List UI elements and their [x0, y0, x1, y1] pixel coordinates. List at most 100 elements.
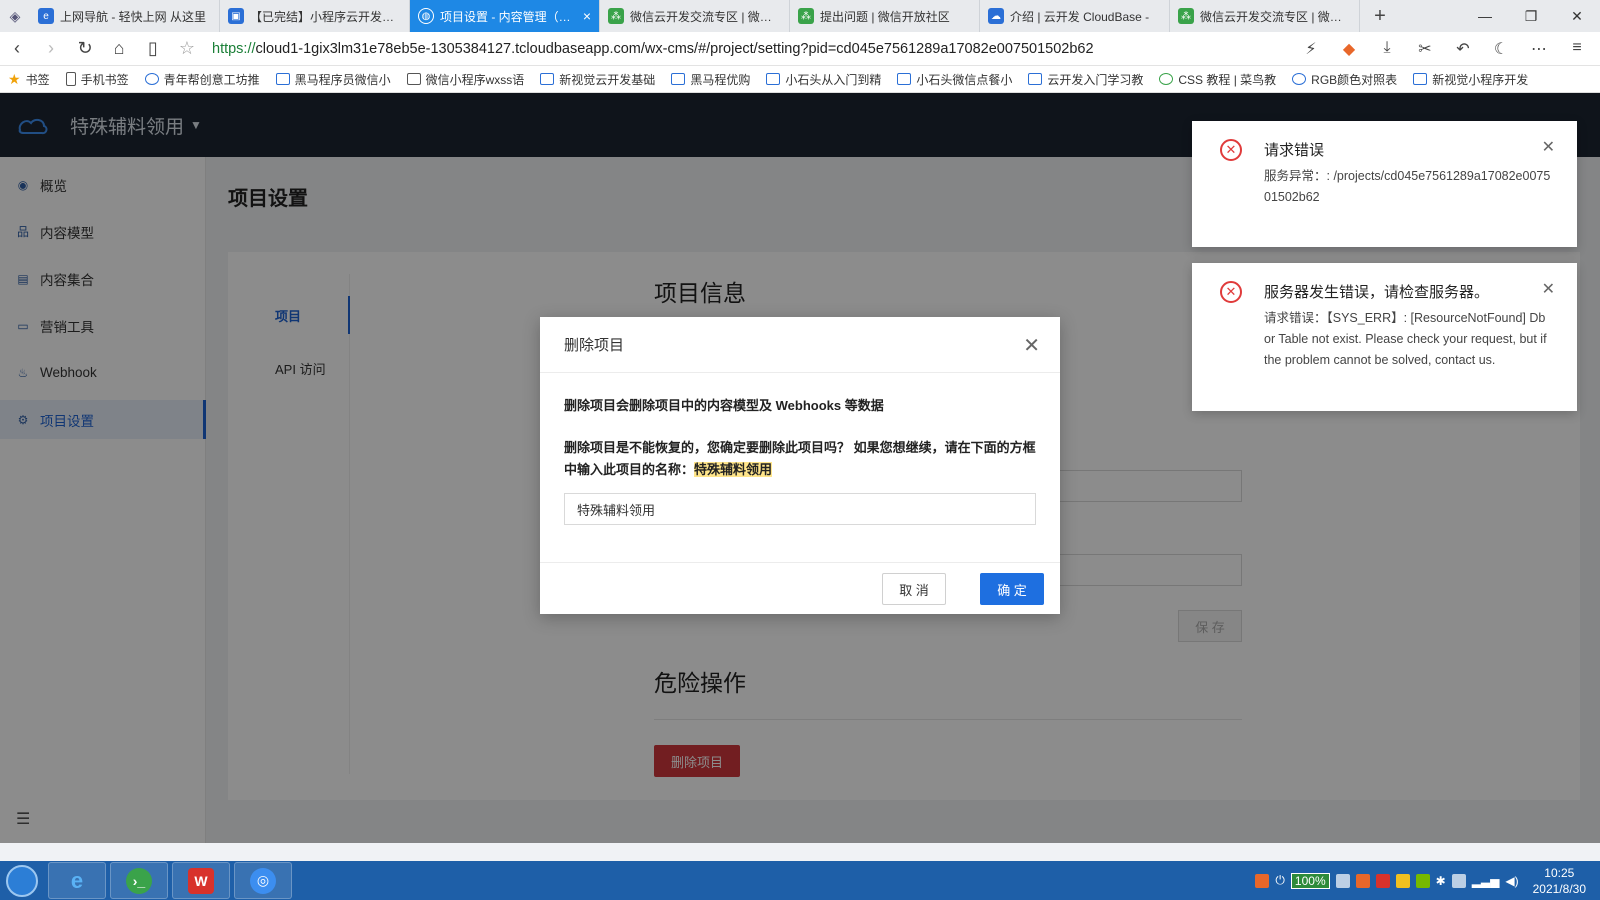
- wechat-dots-icon: ⁂: [608, 8, 624, 24]
- restore-icon[interactable]: ❐: [1508, 0, 1554, 32]
- nvidia-icon[interactable]: [1415, 873, 1430, 888]
- browser-tab[interactable]: ⁂ 提出问题 | 微信开放社区: [790, 0, 980, 32]
- bookmark-item[interactable]: 小石头从入门到精: [758, 71, 889, 88]
- browser-tab[interactable]: ▣ 【已完结】小程序云开发训练: [220, 0, 410, 32]
- bookmark-item[interactable]: 黑马程优购: [663, 71, 758, 88]
- bluetooth-icon[interactable]: ✱: [1436, 874, 1446, 888]
- ie-icon: e: [70, 867, 84, 893]
- close-icon[interactable]: ✕: [1542, 279, 1555, 299]
- taskbar-wechat-devtools[interactable]: ›_: [110, 862, 168, 899]
- bookmark-item[interactable]: 新视觉小程序开发: [1405, 71, 1536, 88]
- wps-icon: W: [188, 867, 214, 894]
- sogou-icon[interactable]: [1255, 873, 1270, 888]
- close-icon[interactable]: ✕: [1554, 0, 1600, 32]
- confirm-name-input[interactable]: 特殊辅料领用: [564, 493, 1036, 525]
- minimize-icon[interactable]: —: [1462, 0, 1508, 32]
- highlighted-project-name: 特殊辅料领用: [694, 462, 773, 477]
- tab-close-icon[interactable]: ×: [583, 8, 591, 24]
- url-input[interactable]: https://cloud1-1gix3lm31e78eb5e-13053841…: [212, 41, 1294, 57]
- confirm-button[interactable]: 确 定: [980, 573, 1044, 605]
- dialog-title: 删除项目: [540, 317, 1060, 373]
- start-button[interactable]: [0, 861, 44, 900]
- bookmark-item[interactable]: 新视觉云开发基础: [532, 71, 663, 88]
- more-icon[interactable]: ⋯: [1522, 39, 1556, 59]
- globe-icon: ◍: [418, 8, 434, 24]
- cloud-icon: ☁: [988, 8, 1004, 24]
- menu-icon[interactable]: ≡: [1560, 39, 1594, 59]
- bilibili-icon: [275, 73, 290, 85]
- browser-tab[interactable]: ⁂ 微信云开发交流专区 | 微信开: [600, 0, 790, 32]
- phone-icon: [65, 72, 76, 86]
- wechat-dots-icon: ⁂: [1178, 8, 1194, 24]
- bookmark-icon: [406, 73, 421, 85]
- taskbar-browser[interactable]: ◎: [234, 862, 292, 899]
- wechat-dots-icon: ⁂: [798, 8, 814, 24]
- scissors-icon[interactable]: ✂: [1408, 39, 1442, 59]
- star-icon: ★: [8, 70, 21, 87]
- browser-logo-icon: ◈: [9, 7, 21, 24]
- notification-message: 请求错误：【SYS_ERR】: [ResourceNotFound] Db or…: [1264, 311, 1547, 367]
- bookmark-item[interactable]: 黑马程序员微信小: [268, 71, 399, 88]
- refresh-icon[interactable]: ↻: [68, 38, 102, 59]
- shield-icon[interactable]: [1335, 873, 1350, 888]
- delete-project-dialog: 删除项目 ✕ 删除项目会删除项目中的内容模型及 Webhooks 等数据 删除项…: [540, 317, 1060, 614]
- app-tray-icon[interactable]: [1355, 873, 1370, 888]
- windows-taskbar: e ›_ W ◎ ⏻ 100% ✱ ▂▃▅ ◀) 10:25 2021/8/30: [0, 861, 1600, 900]
- battery-indicator[interactable]: 100%: [1290, 872, 1330, 889]
- cancel-button[interactable]: 取 消: [882, 573, 946, 605]
- window-controls: — ❐ ✕: [1462, 0, 1600, 32]
- bookmark-item[interactable]: RGB颜色对照表: [1284, 71, 1405, 88]
- game-icon[interactable]: ◆: [1332, 39, 1366, 59]
- security-icon[interactable]: [1395, 873, 1410, 888]
- new-tab-button[interactable]: +: [1360, 0, 1400, 32]
- reader-icon[interactable]: ▯: [136, 38, 170, 59]
- ie-icon: e: [38, 8, 54, 24]
- browser-tab-bar: ◈ e 上网导航 - 轻快上网 从这里 ▣ 【已完结】小程序云开发训练 ◍ 项目设置 …: [0, 0, 1600, 32]
- error-icon: ✕: [1220, 281, 1242, 303]
- rgb-icon: [1292, 73, 1307, 85]
- notification-title: 服务器发生错误，请检查服务器。: [1264, 284, 1490, 301]
- browser-tab-active[interactable]: ◍项目设置 - 内容管理（CMS）×: [410, 0, 600, 32]
- lightning-icon[interactable]: ⚡: [1294, 39, 1328, 59]
- browser-tab[interactable]: e 上网导航 - 轻快上网 从这里: [30, 0, 220, 32]
- signal-icon[interactable]: ▂▃▅: [1472, 874, 1500, 888]
- bookmark-item[interactable]: ★ 书签: [0, 71, 58, 88]
- dialog-confirm-text: 删除项目是不能恢复的，您确定要删除此项目吗？ 如果您想继续，请在下面的方框中输入…: [564, 440, 1036, 477]
- close-icon[interactable]: ✕: [1542, 137, 1555, 157]
- taskbar-ie[interactable]: e: [48, 862, 106, 899]
- error-icon: ✕: [1220, 139, 1242, 161]
- bilibili-icon: ▣: [228, 8, 244, 24]
- home-icon[interactable]: ⌂: [102, 38, 136, 59]
- night-mode-icon[interactable]: ☾: [1484, 39, 1518, 59]
- close-icon[interactable]: ✕: [1023, 333, 1040, 358]
- forward-icon[interactable]: ›: [34, 38, 68, 59]
- bookmarks-bar: ★ 书签 手机书签 青年帮创意工坊推 黑马程序员微信小 微信小程序wxss语 新视…: [0, 66, 1600, 93]
- bilibili-icon: [766, 73, 781, 85]
- network-icon[interactable]: [1451, 873, 1466, 888]
- bookmark-item[interactable]: 手机书签: [58, 71, 137, 88]
- wps-tray-icon[interactable]: [1375, 873, 1390, 888]
- windows-logo-icon: [6, 864, 38, 897]
- power-icon[interactable]: ⏻: [1275, 873, 1285, 888]
- bookmark-icon: [144, 73, 159, 85]
- dialog-warning-text: 删除项目会删除项目中的内容模型及 Webhooks 等数据: [564, 398, 884, 413]
- dialog-body: 删除项目会删除项目中的内容模型及 Webhooks 等数据 删除项目是不能恢复的…: [540, 373, 1060, 481]
- bookmark-item[interactable]: 青年帮创意工坊推: [137, 71, 268, 88]
- bookmark-item[interactable]: CSS 教程 | 菜鸟教: [1151, 71, 1284, 88]
- notification-message: 服务异常：: /projects/cd045e7561289a17082e007…: [1264, 169, 1551, 204]
- error-notification: ✕ ✕ 服务器发生错误，请检查服务器。 请求错误：【SYS_ERR】: [Res…: [1192, 263, 1577, 411]
- clock[interactable]: 10:25 2021/8/30: [1533, 865, 1586, 897]
- bilibili-icon: [671, 73, 686, 85]
- browser-tab[interactable]: ⁂ 微信云开发交流专区 | 微信开: [1170, 0, 1360, 32]
- download-icon[interactable]: ⤓: [1370, 39, 1404, 59]
- bookmark-item[interactable]: 小石头微信点餐小: [889, 71, 1020, 88]
- favorite-star-icon[interactable]: ☆: [170, 38, 204, 59]
- back-icon[interactable]: ‹: [0, 38, 34, 59]
- bookmark-item[interactable]: 微信小程序wxss语: [399, 71, 533, 88]
- taskbar-wps[interactable]: W: [172, 862, 230, 899]
- volume-icon[interactable]: ◀): [1505, 874, 1518, 888]
- bilibili-icon: [1413, 73, 1428, 85]
- browser-tab[interactable]: ☁ 介绍 | 云开发 CloudBase -: [980, 0, 1170, 32]
- undo-icon[interactable]: ↶: [1446, 39, 1480, 59]
- bookmark-item[interactable]: 云开发入门学习教: [1020, 71, 1151, 88]
